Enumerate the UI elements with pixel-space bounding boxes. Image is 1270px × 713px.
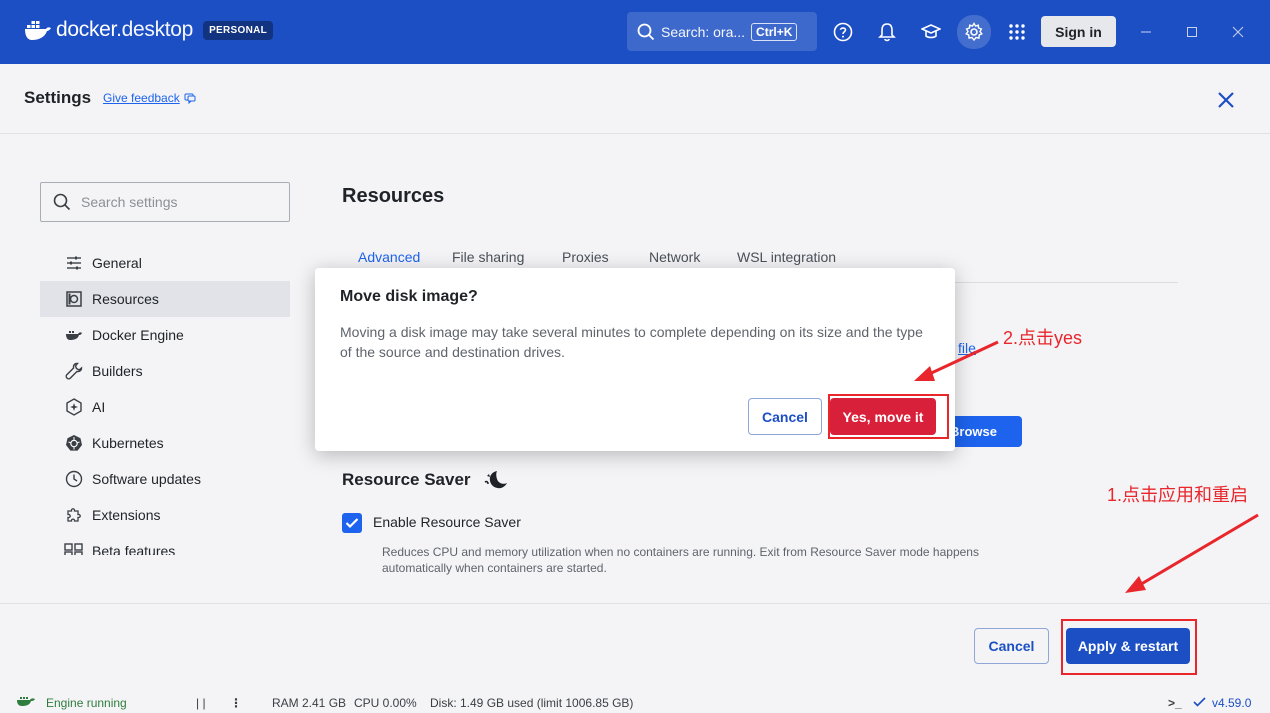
sidebar-item-label: Extensions bbox=[92, 507, 161, 523]
wrench-icon bbox=[64, 361, 84, 381]
engine-whale-icon bbox=[17, 697, 35, 706]
sidebar-item-label: Docker Engine bbox=[92, 327, 184, 343]
tab-advanced[interactable]: Advanced bbox=[358, 249, 420, 265]
sidebar-item-label: Software updates bbox=[92, 471, 201, 487]
sidebar-item-builders[interactable]: Builders bbox=[40, 353, 290, 389]
ai-icon bbox=[64, 397, 84, 417]
global-search-text: Search: ora... bbox=[661, 23, 746, 40]
apps-grid-icon[interactable] bbox=[1001, 16, 1033, 48]
update-check-icon bbox=[1193, 697, 1206, 707]
docker-logo: docker.desktop PERSONAL bbox=[24, 18, 274, 42]
tab-network[interactable]: Network bbox=[649, 249, 700, 265]
sidebar-item-label: Builders bbox=[92, 363, 143, 379]
puzzle-icon bbox=[64, 505, 84, 525]
resource-saver-heading: Resource Saver bbox=[342, 468, 509, 492]
resource-saver-icon bbox=[484, 471, 507, 489]
give-feedback-link[interactable]: Give feedback bbox=[103, 91, 196, 105]
sidebar-item-software-updates[interactable]: Software updates bbox=[40, 461, 290, 497]
sidebar-item-beta-features[interactable]: Beta features bbox=[40, 533, 290, 555]
whale-icon bbox=[64, 325, 84, 345]
cancel-button[interactable]: Cancel bbox=[974, 628, 1049, 664]
settings-gear-icon[interactable] bbox=[957, 15, 991, 49]
settings-search-field[interactable] bbox=[40, 182, 290, 222]
resource-saver-title: Resource Saver bbox=[342, 470, 471, 489]
status-bar: Engine running | | ⋮ RAM 2.41 GB CPU 0.0… bbox=[0, 690, 1270, 713]
file-link[interactable]: file bbox=[958, 340, 976, 356]
sidebar-item-kubernetes[interactable]: Kubernetes bbox=[40, 425, 290, 461]
bell-icon[interactable] bbox=[871, 16, 903, 48]
beta-icon bbox=[64, 541, 84, 555]
annotation-step-1: 1.点击应用和重启 bbox=[1107, 485, 1249, 505]
dialog-message: Moving a disk image may take several min… bbox=[340, 324, 923, 360]
clock-icon bbox=[64, 469, 84, 489]
tab-wsl-integration[interactable]: WSL integration bbox=[737, 249, 836, 265]
learning-center-icon[interactable] bbox=[915, 16, 947, 48]
sidebar-item-extensions[interactable]: Extensions bbox=[40, 497, 290, 533]
dialog-cancel-button[interactable]: Cancel bbox=[748, 398, 822, 435]
pause-engine-button[interactable]: | | bbox=[196, 696, 206, 710]
engine-status: Engine running bbox=[46, 696, 127, 710]
sidebar-item-label: Resources bbox=[92, 291, 159, 307]
plan-badge: PERSONAL bbox=[203, 20, 274, 40]
tab-proxies[interactable]: Proxies bbox=[562, 249, 609, 265]
sidebar-item-label: General bbox=[92, 255, 142, 271]
dialog-title: Move disk image? bbox=[340, 288, 478, 305]
ram-usage: RAM 2.41 GB bbox=[272, 696, 347, 710]
sidebar-item-docker-engine[interactable]: Docker Engine bbox=[40, 317, 290, 353]
search-icon bbox=[53, 193, 71, 211]
maximize-icon[interactable] bbox=[1182, 22, 1202, 42]
sliders-icon bbox=[64, 253, 84, 273]
app-version[interactable]: v4.59.0 bbox=[1212, 696, 1251, 710]
tab-file-sharing[interactable]: File sharing bbox=[452, 249, 524, 265]
close-settings-icon[interactable] bbox=[1215, 89, 1237, 111]
helm-icon bbox=[64, 433, 84, 453]
sidebar-item-ai[interactable]: AI bbox=[40, 389, 290, 425]
enable-resource-saver-label: Enable Resource Saver bbox=[373, 514, 521, 530]
annotation-box-confirm bbox=[828, 394, 949, 439]
settings-search-input[interactable] bbox=[81, 194, 281, 210]
disk-icon bbox=[64, 289, 84, 309]
logo-text: docker.desktop bbox=[56, 18, 194, 41]
docker-whale-icon bbox=[25, 21, 51, 40]
global-search[interactable]: Search: ora... Ctrl+K bbox=[627, 12, 817, 51]
terminal-icon[interactable]: >_ bbox=[1168, 696, 1182, 710]
sidebar-item-resources[interactable]: Resources bbox=[40, 281, 290, 317]
window-close-icon[interactable] bbox=[1228, 22, 1248, 42]
sign-in-button[interactable]: Sign in bbox=[1041, 16, 1116, 47]
feedback-icon bbox=[184, 93, 196, 104]
more-options-icon[interactable]: ⋮ bbox=[230, 696, 242, 710]
disk-usage: Disk: 1.49 GB used (limit 1006.85 GB) bbox=[430, 696, 634, 710]
help-icon[interactable] bbox=[827, 16, 859, 48]
minimize-icon[interactable] bbox=[1136, 22, 1156, 42]
settings-header: Settings Give feedback bbox=[0, 64, 1270, 134]
resource-saver-description: Reduces CPU and memory utilization when … bbox=[382, 545, 979, 575]
settings-title: Settings bbox=[24, 88, 92, 107]
enable-resource-saver-checkbox[interactable] bbox=[342, 513, 362, 533]
page-title: Resources bbox=[342, 185, 445, 207]
annotation-step-2: 2.点击yes bbox=[1003, 328, 1083, 348]
sidebar-item-label: Kubernetes bbox=[92, 435, 164, 451]
sidebar-item-label: AI bbox=[92, 399, 106, 415]
checkmark-icon bbox=[345, 518, 359, 529]
app-header: docker.desktop PERSONAL Search: ora... C… bbox=[0, 0, 1270, 64]
settings-nav: General Resources Docker Engine Builders… bbox=[40, 245, 290, 555]
sidebar-item-general[interactable]: General bbox=[40, 245, 290, 281]
shortcut-hint: Ctrl+K bbox=[751, 22, 798, 41]
cpu-usage: CPU 0.00% bbox=[354, 696, 417, 710]
sidebar-item-label: Beta features bbox=[92, 543, 176, 555]
annotation-box-apply bbox=[1061, 619, 1197, 675]
search-icon bbox=[637, 23, 655, 40]
give-feedback-label: Give feedback bbox=[103, 91, 180, 105]
